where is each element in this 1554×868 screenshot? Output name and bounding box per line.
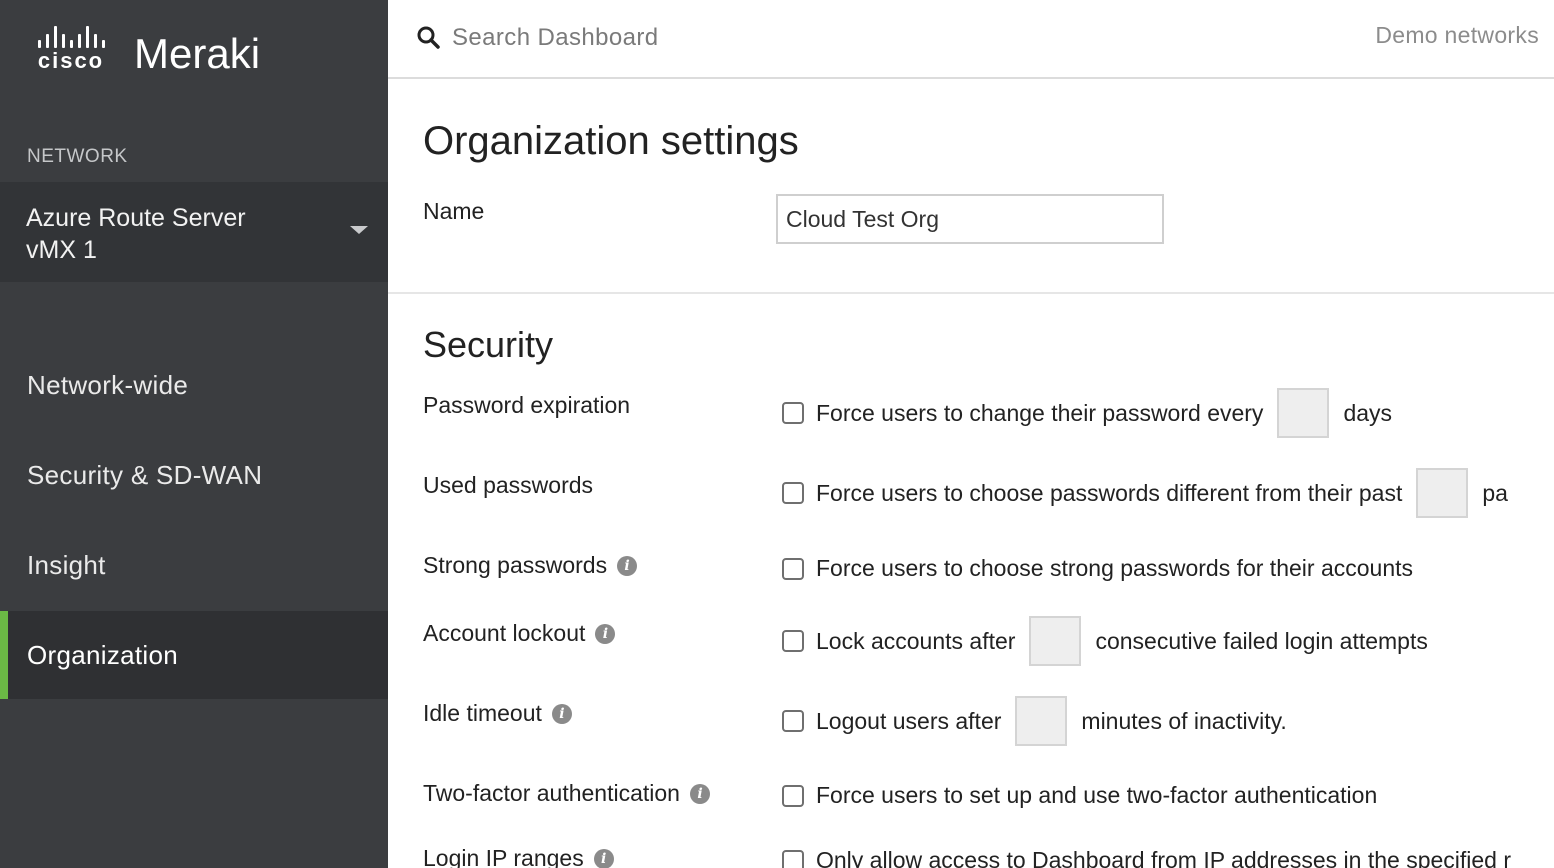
account-lockout-text: Lock accounts after [816,627,1016,654]
account-lockout-label: Account lockout i [423,620,616,647]
password-expiration-unit: days [1343,399,1393,426]
idle-timeout-checkbox[interactable] [782,710,804,732]
network-selector[interactable]: Azure Route Server vMX 1 [0,182,388,282]
sidebar: cisco Meraki NETWORK Azure Route Server … [0,0,388,868]
used-passwords-text: Force users to choose passwords differen… [816,479,1403,506]
used-passwords-checkbox[interactable] [782,482,804,504]
two-factor-checkbox[interactable] [782,784,804,807]
strong-passwords-checkbox[interactable] [782,557,804,580]
login-ip-ranges-label-text: Login IP ranges [423,845,584,868]
nav-item-security-sd-wan[interactable]: Security & SD-WAN [0,431,388,519]
nav-item-organization[interactable]: Organization [0,611,388,699]
two-factor-label: Two-factor authentication i [423,780,710,807]
login-ip-ranges-option: Only allow access to Dashboard from IP a… [782,847,1511,868]
login-ip-ranges-text: Only allow access to Dashboard from IP a… [816,847,1512,868]
info-icon[interactable]: i [689,783,710,804]
org-name-input[interactable] [776,194,1164,244]
two-factor-text: Force users to set up and use two-factor… [816,782,1378,808]
cisco-wordmark: cisco [37,48,105,73]
info-icon[interactable]: i [617,555,638,576]
page-title: Organization settings [423,119,799,163]
nav-item-insight[interactable]: Insight [0,521,388,609]
two-factor-option: Force users to set up and use two-factor… [782,782,1377,809]
nav-item-network-wide[interactable]: Network-wide [0,341,388,429]
password-expiration-days-input[interactable] [1277,388,1330,438]
chevron-down-icon [350,226,368,234]
name-label: Name [423,198,485,224]
idle-timeout-option: Logout users after minutes of inactivity… [782,696,1287,746]
used-passwords-label-text: Used passwords [423,472,594,498]
password-expiration-label-text: Password expiration [423,392,631,418]
cisco-bars-icon [37,26,105,48]
password-expiration-text: Force users to change their password eve… [816,399,1264,426]
strong-passwords-text: Force users to choose strong passwords f… [816,555,1414,581]
top-bar: Demo networks [388,0,1554,79]
meraki-wordmark: Meraki [134,30,261,77]
password-expiration-label: Password expiration [423,392,630,419]
idle-timeout-label-text: Idle timeout [423,700,542,726]
password-expiration-checkbox[interactable] [782,402,804,424]
section-divider [388,292,1554,294]
strong-passwords-option: Force users to choose strong passwords f… [782,555,1413,582]
idle-timeout-text: Logout users after [816,707,1002,734]
login-ip-ranges-label: Login IP ranges i [423,845,614,868]
cisco-logo: cisco [26,26,116,72]
info-icon[interactable]: i [593,848,614,868]
idle-timeout-minutes-input[interactable] [1015,696,1068,746]
search-input[interactable] [452,20,1052,56]
used-passwords-label: Used passwords [423,472,593,499]
used-passwords-count-input[interactable] [1416,468,1469,518]
network-name-line2: vMX 1 [26,236,97,264]
account-lockout-attempts-input[interactable] [1029,616,1082,666]
account-lockout-option: Lock accounts after consecutive failed l… [782,616,1428,666]
demo-networks-link[interactable]: Demo networks [1375,22,1539,49]
network-section-label: NETWORK [27,146,128,167]
login-ip-ranges-checkbox[interactable] [782,849,804,868]
idle-timeout-label: Idle timeout i [423,700,572,727]
network-name-line1: Azure Route Server [26,204,246,232]
info-icon[interactable]: i [595,623,616,644]
search-icon[interactable] [416,25,440,49]
used-passwords-option: Force users to choose passwords differen… [782,468,1508,518]
account-lockout-unit: consecutive failed login attempts [1095,627,1428,654]
info-icon[interactable]: i [551,703,572,724]
main-content: Organization settings Name Security Pass… [388,81,1554,868]
cisco-meraki-logo[interactable]: cisco Meraki [26,26,260,76]
two-factor-label-text: Two-factor authentication [423,780,680,806]
used-passwords-unit: pa [1482,479,1508,506]
password-expiration-option: Force users to change their password eve… [782,388,1392,438]
strong-passwords-label: Strong passwords i [423,552,638,579]
account-lockout-label-text: Account lockout [423,620,586,646]
security-section-title: Security [423,324,554,365]
account-lockout-checkbox[interactable] [782,630,804,652]
strong-passwords-label-text: Strong passwords [423,552,608,578]
idle-timeout-unit: minutes of inactivity. [1081,707,1287,734]
